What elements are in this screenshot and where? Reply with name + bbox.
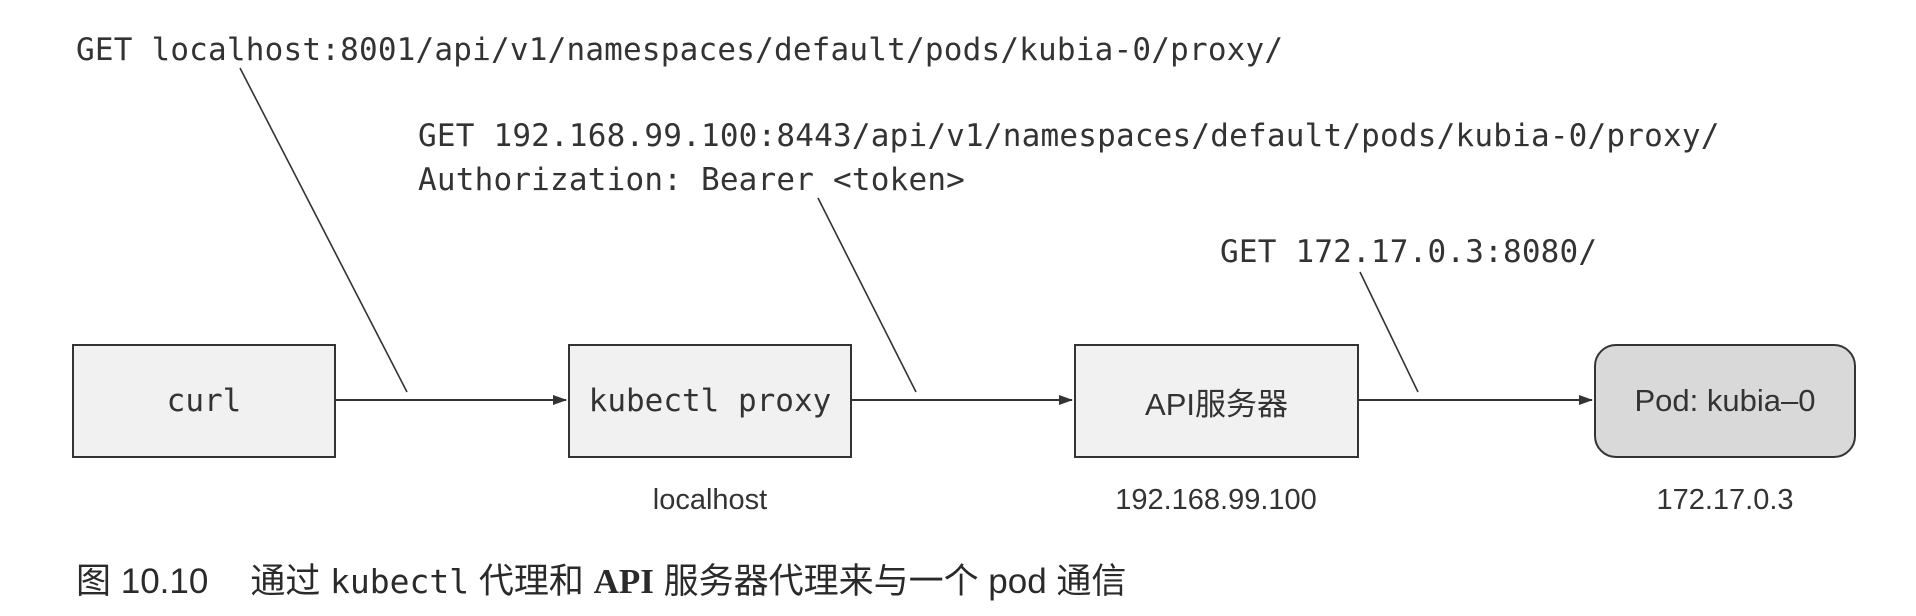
curl-box: curl: [72, 344, 336, 458]
figure-number: 图 10.10: [76, 562, 209, 601]
client-request-label: GET localhost:8001/api/v1/namespaces/def…: [76, 32, 1284, 68]
caption-api: API: [593, 562, 654, 601]
kubectl-proxy-label: kubectl proxy: [588, 383, 832, 419]
api-server-address: 192.168.99.100: [1115, 484, 1317, 516]
caption-command: kubectl: [330, 562, 470, 601]
api-server-box: API服务器: [1074, 344, 1359, 458]
kubectl-proxy-address: localhost: [652, 484, 768, 516]
kubectl-proxy-box: kubectl proxy: [568, 344, 852, 458]
api-server-label: API服务器: [1145, 386, 1288, 422]
api-request-label: GET 172.17.0.3:8080/: [1220, 234, 1598, 270]
caption-text-part3: 服务器代理来与一个 pod 通信: [653, 562, 1127, 601]
proxy-request-auth-header-label: Authorization: Bearer <token>: [418, 162, 966, 198]
proxy-request-line-label: GET 192.168.99.100:8443/api/v1/namespace…: [418, 118, 1720, 154]
figure-caption: 图 10.10 通过 kubectl 代理和 API 服务器代理来与一个 pod …: [76, 553, 1126, 604]
pod-label: Pod: kubia–0: [1634, 383, 1816, 418]
pod-box: Pod: kubia–0: [1594, 344, 1856, 458]
caption-text-part1: 通过: [250, 562, 331, 601]
curl-label: curl: [166, 383, 242, 419]
pod-address: 172.17.0.3: [1656, 484, 1794, 516]
diagram-connectors: [239, 67, 1593, 405]
callout-leader-api-request: [1359, 271, 1419, 393]
caption-text-part2: 代理和: [469, 562, 594, 601]
diagram-canvas: GET localhost:8001/api/v1/namespaces/def…: [0, 0, 1916, 616]
